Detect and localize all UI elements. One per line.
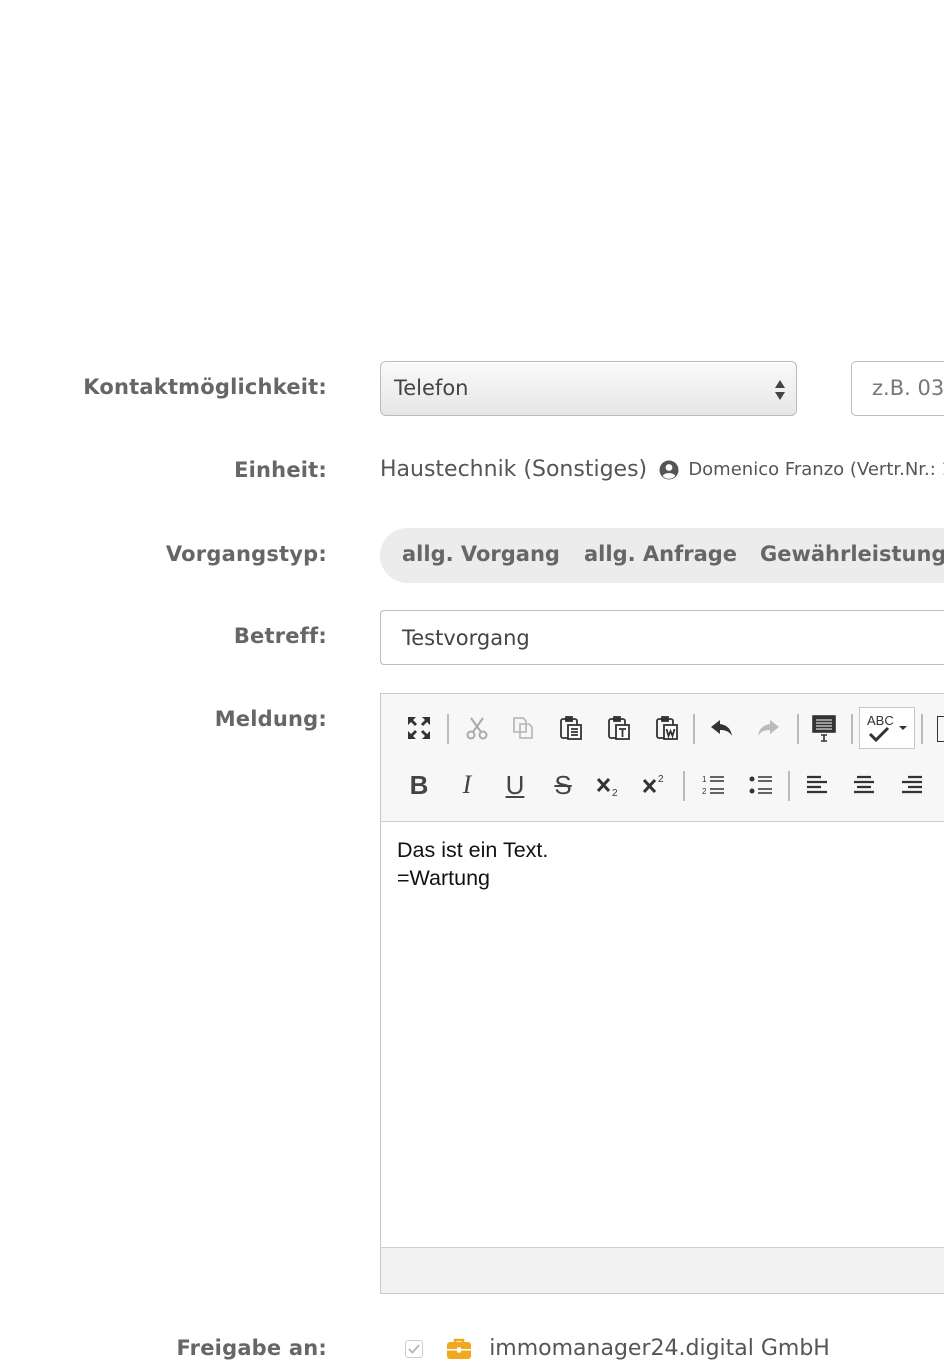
kontakt-label: Kontaktmöglichkeit: [83, 375, 327, 399]
vorgangstyp-selector: allg. Vorgang allg. Anfrage Gewährleistu… [380, 528, 944, 583]
spellcheck-button[interactable]: ABC [859, 707, 915, 749]
paste-text-icon[interactable] [603, 712, 635, 744]
underline-icon[interactable]: U [499, 769, 531, 801]
spellcheck-icon [868, 726, 890, 742]
superscript-icon[interactable]: 2 [639, 769, 671, 801]
freigabe-row: immomanager24.digital GmbH [405, 1336, 830, 1361]
einheit-label: Einheit: [234, 458, 327, 482]
meldung-editor: ABC B I U S 2 2 12 Das ist ein Text. =Wa… [380, 693, 944, 1294]
align-center-icon[interactable] [848, 769, 880, 801]
vorgangstyp-option-gewaehrleistung[interactable]: Gewährleistung [760, 542, 944, 566]
maximize-icon[interactable] [403, 712, 435, 744]
source-icon[interactable] [937, 716, 944, 742]
editor-statusbar [381, 1247, 944, 1293]
redo-icon[interactable] [752, 712, 784, 744]
align-left-icon[interactable] [801, 769, 833, 801]
editor-line: =Wartung [397, 866, 491, 890]
einheit-owner: Domenico Franzo (Vertr.Nr.: 109 [688, 459, 944, 480]
svg-text:1: 1 [702, 775, 707, 784]
briefcase-icon [447, 1338, 472, 1359]
meldung-label: Meldung: [214, 707, 327, 731]
svg-text:2: 2 [702, 787, 707, 796]
phone-input[interactable]: z.B. 030 [851, 361, 944, 416]
phone-placeholder: z.B. 030 [872, 376, 944, 400]
paste-icon[interactable] [555, 712, 587, 744]
strikethrough-icon[interactable]: S [547, 769, 579, 801]
editor-content[interactable]: Das ist ein Text. =Wartung [397, 836, 548, 892]
editor-toolbar: ABC B I U S 2 2 12 [381, 694, 944, 822]
subscript-icon[interactable]: 2 [593, 769, 625, 801]
betreff-value: Testvorgang [402, 626, 530, 650]
contact-method-select[interactable]: Telefon [380, 361, 797, 416]
svg-text:2: 2 [612, 788, 618, 798]
einheit-unit: Haustechnik (Sonstiges) [380, 457, 648, 482]
einheit-info: Haustechnik (Sonstiges) Domenico Franzo … [380, 457, 944, 482]
select-arrows-icon [775, 380, 785, 400]
check-icon [408, 1343, 420, 1354]
italic-icon[interactable]: I [451, 769, 483, 801]
bold-icon[interactable]: B [403, 769, 435, 801]
vorgangstyp-option-vorgang[interactable]: allg. Vorgang [402, 542, 560, 566]
betreff-label: Betreff: [233, 624, 327, 648]
editor-line: Das ist ein Text. [397, 838, 549, 862]
copy-icon[interactable] [507, 712, 539, 744]
numbered-list-icon[interactable]: 12 [697, 769, 729, 801]
vorgangstyp-label: Vorgangstyp: [165, 542, 327, 566]
align-right-icon[interactable] [896, 769, 928, 801]
bulleted-list-icon[interactable] [745, 769, 777, 801]
freigabe-label: Freigabe an: [176, 1336, 327, 1360]
chevron-down-icon [899, 726, 907, 730]
user-circle-icon [659, 460, 679, 479]
svg-text:2: 2 [658, 774, 664, 785]
paste-word-icon[interactable] [651, 712, 683, 744]
freigabe-company: immomanager24.digital GmbH [489, 1336, 830, 1361]
freigabe-checkbox[interactable] [405, 1339, 423, 1358]
contact-method-value: Telefon [394, 376, 469, 400]
template-icon[interactable] [808, 712, 840, 744]
vorgangstyp-option-anfrage[interactable]: allg. Anfrage [584, 542, 737, 566]
undo-icon[interactable] [706, 712, 738, 744]
cut-icon[interactable] [461, 712, 493, 744]
betreff-input[interactable]: Testvorgang [380, 610, 944, 665]
